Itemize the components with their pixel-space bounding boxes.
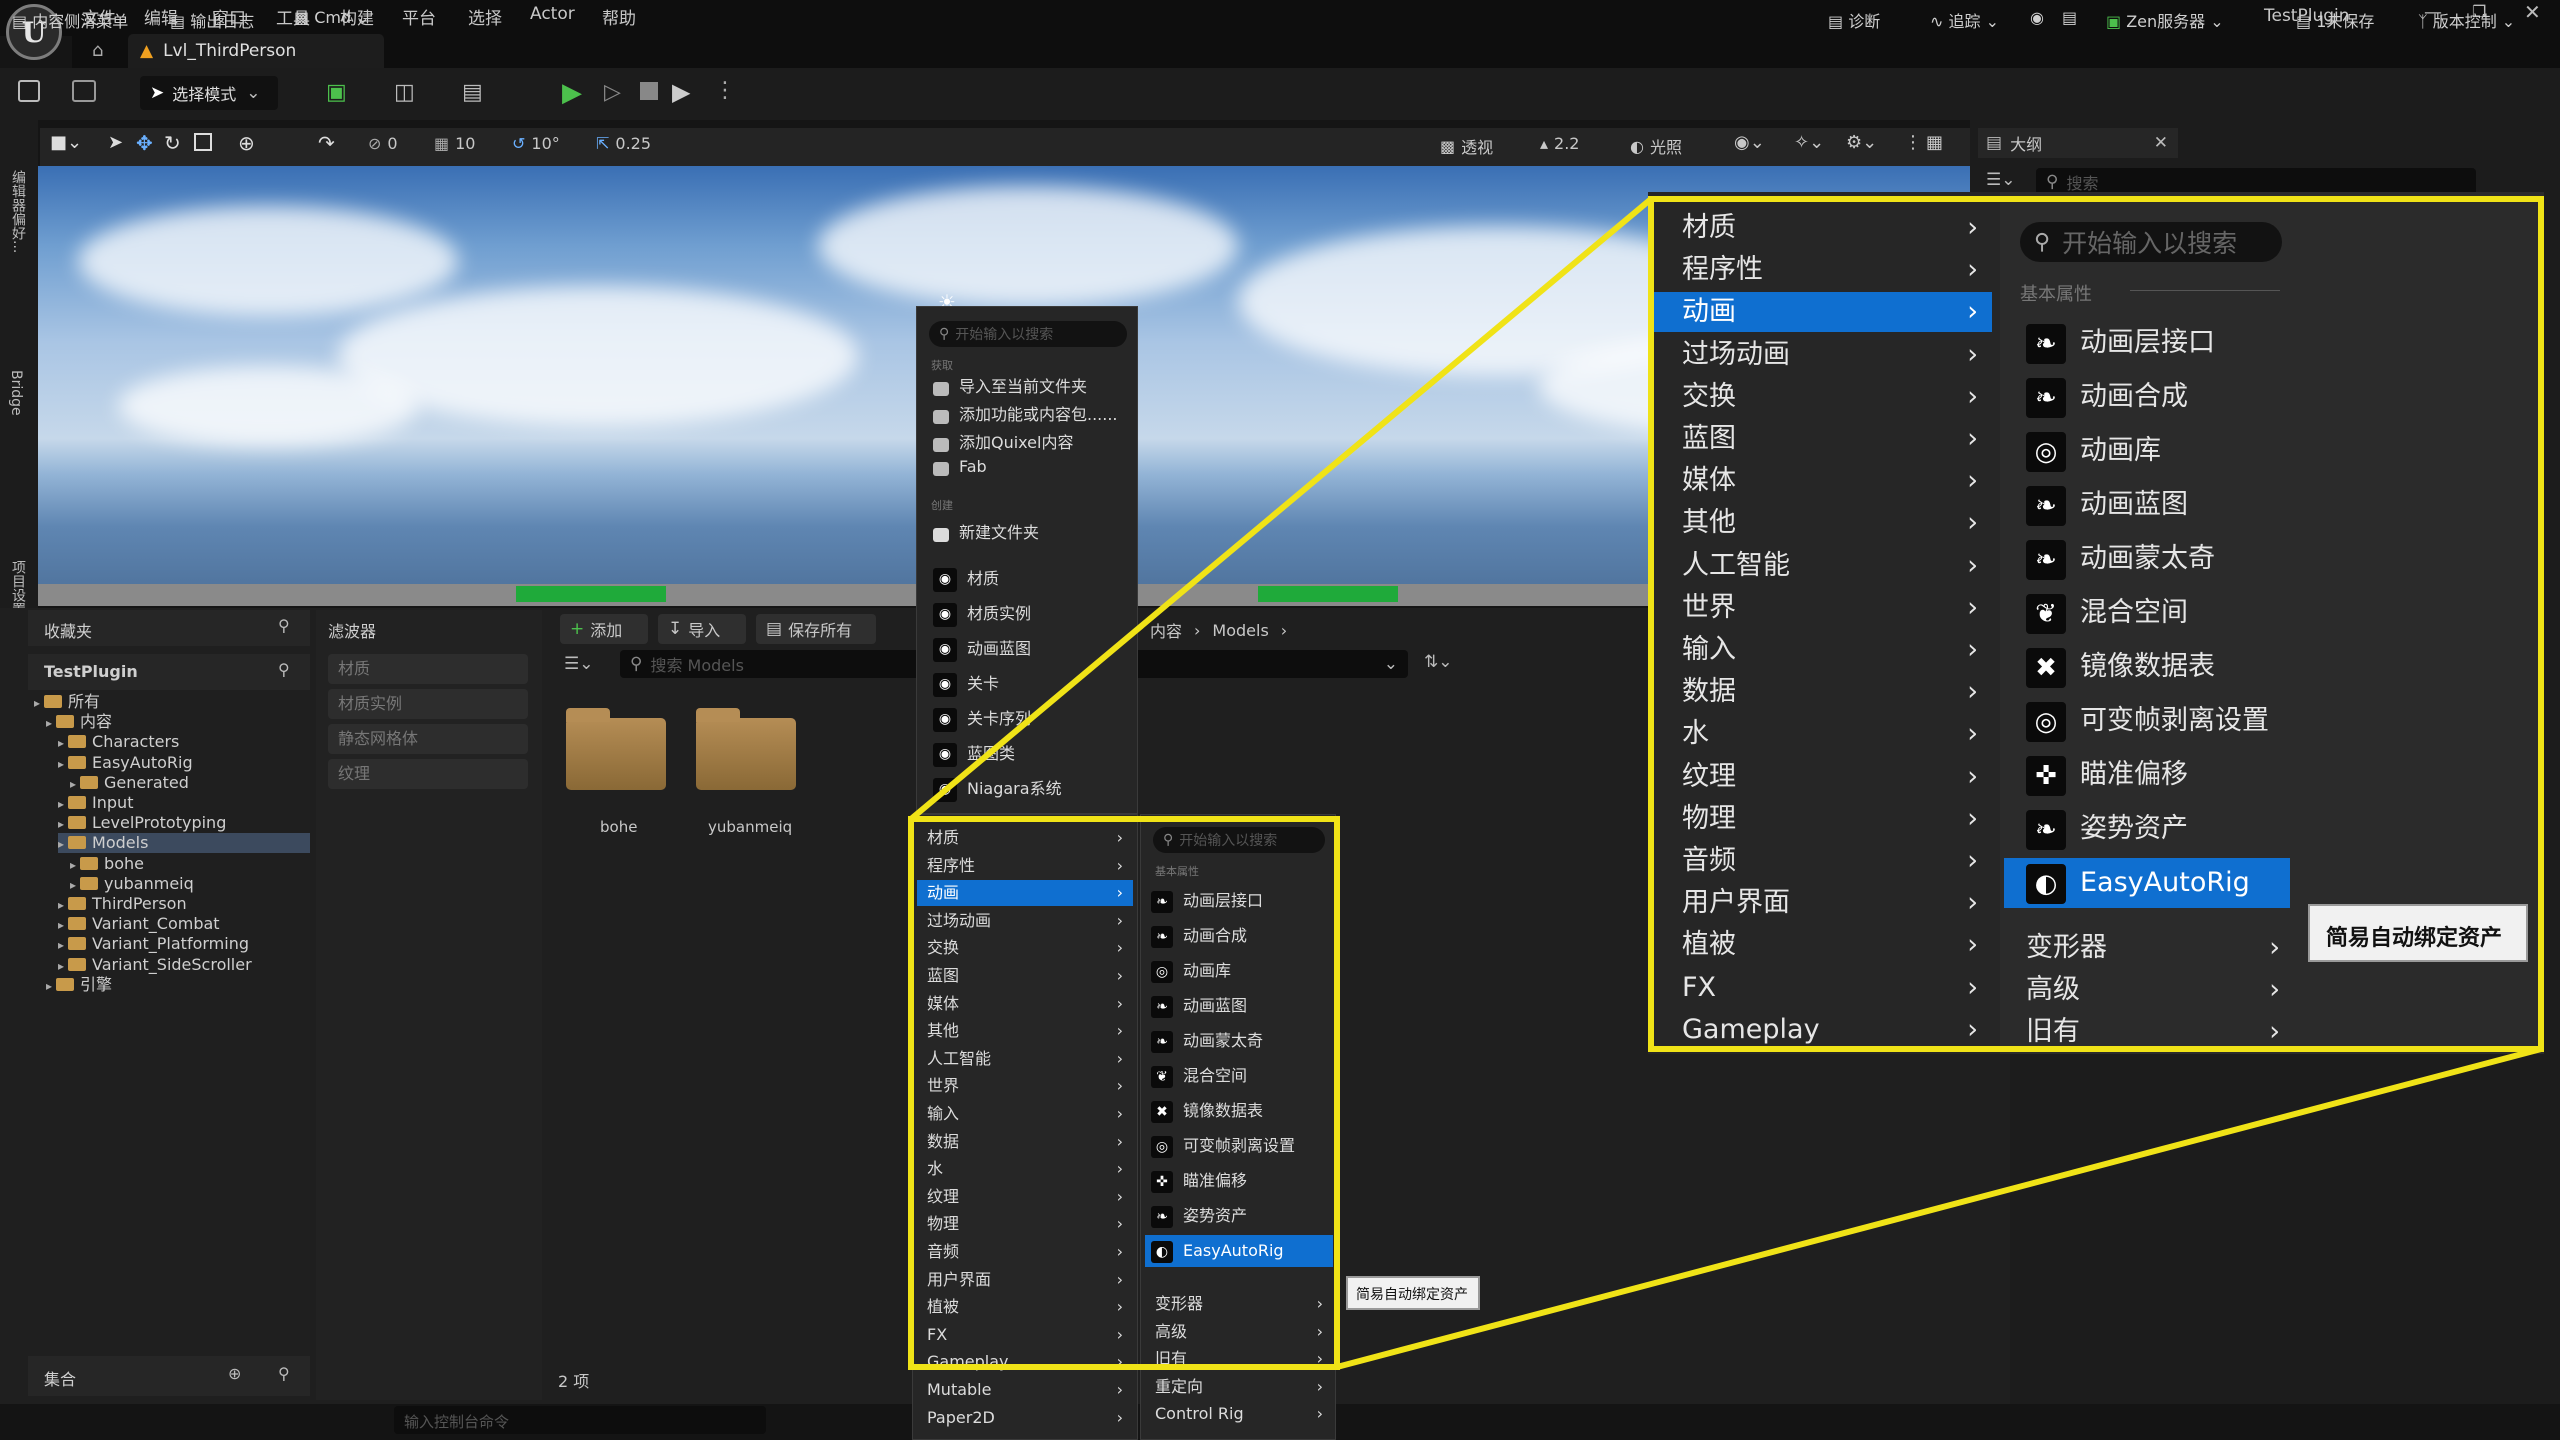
- callout-connectors: [909, 196, 2542, 1370]
- connector-top: [909, 196, 1653, 822]
- connector-bottom: [1336, 1046, 2542, 1370]
